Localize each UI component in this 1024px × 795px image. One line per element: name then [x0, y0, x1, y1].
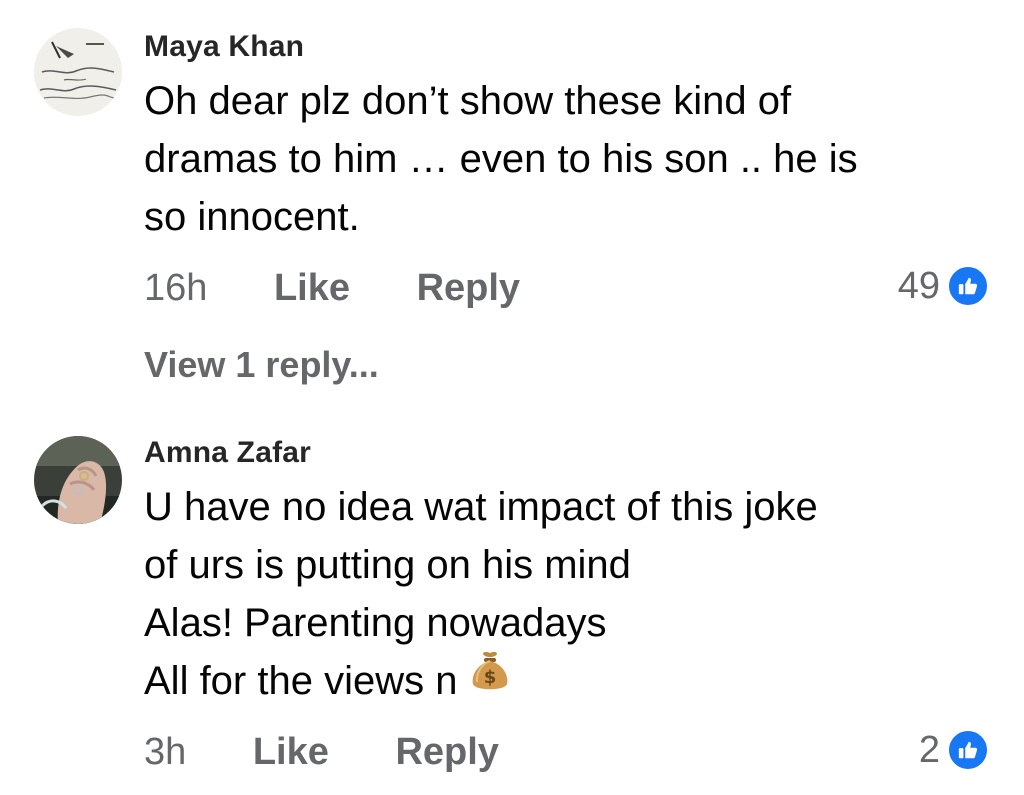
reply-button[interactable]: Reply: [395, 730, 498, 774]
like-button[interactable]: Like: [274, 266, 350, 310]
comment-line: dramas to him … even to his son .. he is: [144, 137, 858, 181]
reaction-summary[interactable]: 2: [919, 728, 990, 772]
thumbs-up-icon: [946, 728, 990, 772]
comment-line: so innocent.: [144, 195, 360, 239]
comment-line: All for the views n $: [144, 652, 984, 714]
reaction-summary[interactable]: 49: [898, 264, 990, 308]
comment-line: U have no idea wat impact of this joke: [144, 485, 818, 529]
hands-with-rings-avatar-icon: [34, 436, 122, 524]
comment-actions: 3h Like Reply: [144, 730, 499, 774]
comment-author[interactable]: Maya Khan: [144, 30, 304, 64]
comment-line: Oh dear plz don’t show these kind of: [144, 79, 792, 123]
reply-button[interactable]: Reply: [417, 266, 520, 310]
comment-line: Alas! Parenting nowadays: [144, 601, 607, 645]
reaction-count: 2: [918, 728, 940, 771]
comment-actions: 16h Like Reply: [144, 266, 520, 310]
thumbs-up-icon: [946, 264, 990, 308]
comment-line: of urs is putting on his mind: [144, 543, 631, 587]
avatar[interactable]: [34, 436, 122, 524]
comment-line-text: All for the views n: [144, 659, 458, 703]
money-bag-icon: $: [467, 648, 513, 710]
view-replies-link[interactable]: View 1 reply...: [144, 344, 379, 386]
like-button[interactable]: Like: [253, 730, 329, 774]
reaction-count: 49: [897, 264, 940, 307]
avatar[interactable]: [34, 28, 122, 116]
comment-author[interactable]: Amna Zafar: [144, 436, 311, 470]
calligraphy-text-avatar-icon: [34, 28, 122, 116]
timestamp[interactable]: 16h: [144, 266, 207, 310]
svg-text:$: $: [484, 667, 497, 688]
timestamp[interactable]: 3h: [144, 730, 186, 774]
comment-text: Oh dear plz don’t show these kind of dra…: [144, 72, 984, 246]
comment-text: U have no idea wat impact of this joke o…: [144, 478, 984, 714]
